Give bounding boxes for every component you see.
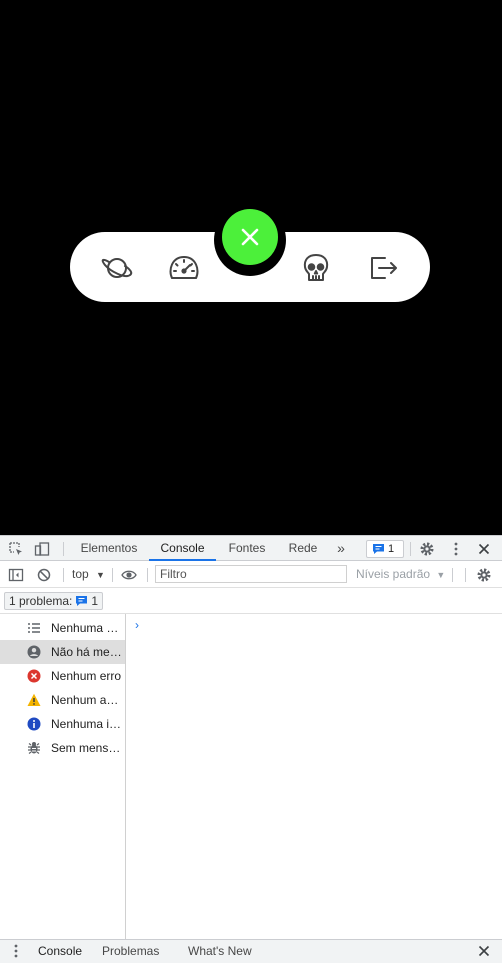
error-icon (27, 669, 41, 683)
sidebar-item-errors[interactable]: Nenhum erro (0, 664, 125, 688)
devtools-panel: Elementos Console Fontes Rede » 1 top ▼ … (0, 535, 502, 963)
chevron-down-icon: ▼ (96, 570, 105, 580)
clear-console-icon[interactable] (36, 567, 52, 583)
toolbar-separator (63, 568, 64, 582)
problems-count: 1 (91, 594, 99, 608)
skull-tab-button[interactable] (298, 250, 334, 286)
planet-icon (101, 258, 133, 278)
toolbar-separator (112, 568, 113, 582)
planet-tab-button[interactable] (99, 250, 135, 286)
drawer-menu-icon[interactable] (8, 943, 24, 959)
close-fab-button[interactable] (222, 209, 278, 265)
close-devtools-icon[interactable] (476, 541, 492, 557)
tab-elementos[interactable]: Elementos (74, 536, 144, 561)
chevron-down-icon: ▼ (436, 570, 446, 580)
sidebar-item-label: Sem mensagens detalhadas (51, 741, 123, 755)
sidebar-item-label: Não há mensagens do usuário (51, 645, 123, 659)
tab-console[interactable]: Console (149, 536, 216, 561)
drawer-tab-console[interactable]: Console (38, 944, 82, 958)
sidebar-item-user-messages[interactable]: Não há mensagens do usuário (0, 640, 125, 664)
speedometer-icon (169, 255, 199, 279)
message-icon (373, 544, 384, 554)
sidebar-item-label: Nenhuma mensagem (51, 621, 123, 635)
console-output[interactable]: › (126, 614, 502, 940)
console-sidebar: Nenhuma mensagem Não há mensagens do usu… (0, 614, 126, 940)
log-levels-label: Níveis padrão (356, 567, 431, 581)
sidebar-item-label: Nenhum aviso (51, 693, 123, 707)
more-options-icon[interactable] (448, 541, 464, 557)
console-settings-gear-icon[interactable] (476, 567, 492, 583)
sidebar-item-info[interactable]: Nenhuma informação (0, 712, 125, 736)
log-levels-dropdown[interactable]: Níveis padrão ▼ (356, 567, 445, 581)
drawer-tab-whats-new[interactable]: What's New (188, 944, 252, 958)
console-prompt-icon: › (135, 618, 139, 632)
context-selector[interactable]: top ▼ (72, 567, 105, 581)
close-drawer-icon[interactable] (476, 943, 492, 959)
warning-icon (27, 693, 41, 706)
inspect-element-icon[interactable] (8, 541, 24, 557)
speedometer-tab-button[interactable] (166, 250, 202, 286)
list-icon (28, 623, 40, 633)
drawer-tab-problems[interactable]: Problemas (102, 944, 159, 958)
info-icon (27, 717, 41, 731)
message-icon (76, 596, 88, 606)
more-tabs-button[interactable]: » (332, 536, 350, 561)
sidebar-item-warnings[interactable]: Nenhum aviso (0, 688, 125, 712)
sidebar-item-label: Nenhuma informação (51, 717, 123, 731)
tab-rede[interactable]: Rede (280, 536, 326, 561)
tab-fontes[interactable]: Fontes (222, 536, 272, 561)
logout-tab-button[interactable] (365, 250, 401, 286)
user-icon (27, 645, 41, 659)
problems-bar: 1 problema: 1 (0, 588, 502, 614)
devtools-main-toolbar: Elementos Console Fontes Rede » 1 (0, 535, 502, 561)
console-toolbar: top ▼ Níveis padrão ▼ (0, 563, 502, 588)
sidebar-item-messages[interactable]: Nenhuma mensagem (0, 616, 125, 640)
toolbar-separator (410, 542, 411, 556)
issues-counter-button[interactable]: 1 (366, 540, 404, 558)
problems-label: 1 problema: (9, 594, 73, 608)
bug-icon (28, 742, 40, 754)
toolbar-separator (465, 568, 466, 582)
toolbar-separator (63, 542, 64, 556)
toolbar-separator (452, 568, 453, 582)
device-toolbar-icon[interactable] (34, 541, 50, 557)
settings-gear-icon[interactable] (419, 541, 435, 557)
sidebar-toggle-icon[interactable] (8, 567, 24, 583)
skull-icon (303, 254, 329, 281)
devtools-drawer-bar: Console Problemas What's New (0, 939, 502, 963)
problems-badge[interactable]: 1 problema: 1 (4, 592, 104, 610)
sidebar-item-label: Nenhum erro (51, 669, 122, 683)
live-expression-eye-icon[interactable] (121, 567, 137, 583)
sidebar-item-verbose[interactable]: Sem mensagens detalhadas (0, 736, 125, 760)
context-value: top (72, 567, 89, 581)
logout-icon (371, 257, 397, 279)
close-icon (241, 228, 259, 246)
issues-count: 1 (388, 543, 395, 555)
page-viewport (0, 0, 502, 535)
filter-input[interactable] (155, 565, 347, 583)
toolbar-separator (147, 568, 148, 582)
